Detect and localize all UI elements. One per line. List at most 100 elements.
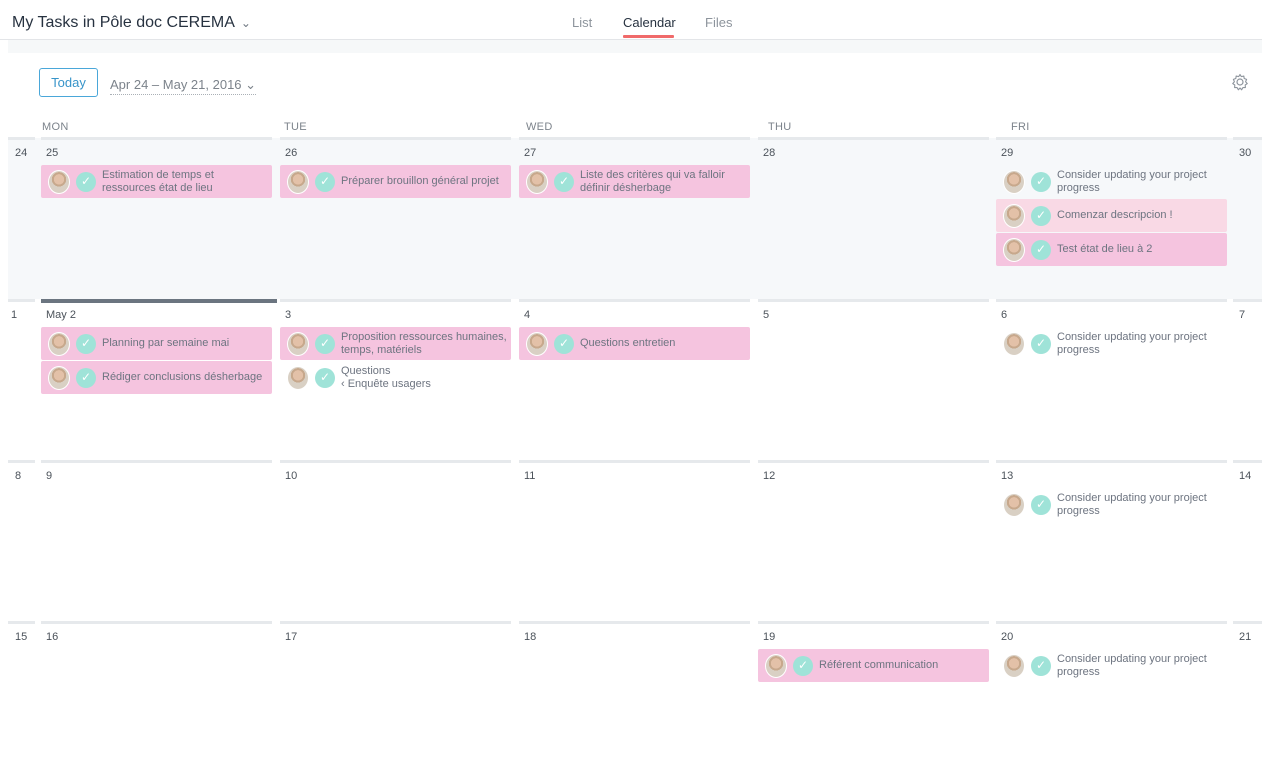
day-cell[interactable]	[41, 463, 270, 618]
assignee-avatar[interactable]	[287, 169, 309, 194]
assignee-avatar[interactable]	[1003, 237, 1025, 262]
check-icon[interactable]: ✓	[793, 655, 813, 676]
current-week-indicator	[41, 299, 277, 303]
task-item[interactable]: ✓ Estimation de temps et ressources état …	[41, 165, 272, 198]
task-item[interactable]: ✓ Proposition ressources humaines, temps,…	[280, 327, 511, 360]
task-item[interactable]: ✓ Consider updating your project progress	[996, 649, 1227, 682]
task-item[interactable]: ✓ Comenzar descripcion !	[996, 199, 1227, 232]
task-item[interactable]: ✓ Référent communication	[758, 649, 989, 682]
check-icon[interactable]: ✓	[315, 171, 335, 192]
day-cell[interactable]	[41, 624, 270, 779]
week-separator	[1233, 299, 1262, 302]
gear-icon[interactable]	[1230, 72, 1250, 92]
day-cell[interactable]	[519, 624, 748, 779]
weekday-tue: TUE	[284, 121, 307, 133]
task-title: Préparer brouillon général projet	[341, 175, 499, 187]
task-item[interactable]: ✓ Préparer brouillon général projet	[280, 165, 511, 198]
check-icon[interactable]: ✓	[554, 333, 574, 354]
task-item[interactable]: ✓ Consider updating your project progress	[996, 165, 1227, 198]
day-cell[interactable]	[519, 302, 748, 457]
task-label: Questions ‹ Enquête usagers	[341, 365, 435, 391]
day-cell[interactable]	[758, 140, 987, 295]
assignee-avatar[interactable]	[1003, 653, 1025, 678]
tab-calendar[interactable]: Calendar	[623, 15, 676, 30]
date-range-selector[interactable]: Apr 24 – May 21, 2016 ⌄	[110, 77, 257, 95]
day-number: 28	[763, 147, 776, 159]
check-icon[interactable]: ✓	[315, 333, 335, 354]
check-icon[interactable]: ✓	[554, 171, 574, 192]
check-icon[interactable]: ✓	[1031, 655, 1051, 676]
project-title[interactable]: My Tasks in Pôle doc CEREMA ⌄	[12, 14, 251, 32]
check-icon[interactable]: ✓	[76, 171, 96, 192]
task-label: Planning par semaine mai	[102, 337, 233, 350]
assignee-avatar[interactable]	[48, 331, 70, 356]
check-icon[interactable]: ✓	[76, 333, 96, 354]
day-cell[interactable]	[280, 624, 509, 779]
assignee-avatar[interactable]	[765, 653, 787, 678]
check-icon[interactable]: ✓	[1031, 333, 1051, 354]
tab-list[interactable]: List	[572, 15, 592, 30]
assignee-avatar[interactable]	[1003, 492, 1025, 517]
task-label: Estimation de temps et ressources état d…	[102, 169, 272, 195]
check-icon[interactable]: ✓	[76, 367, 96, 388]
task-parent-link[interactable]: ‹ Enquête usagers	[341, 378, 431, 390]
task-item[interactable]: ✓ Consider updating your project progress	[996, 488, 1227, 521]
task-label: Questions entretien	[580, 337, 679, 350]
day-number: 9	[46, 470, 53, 482]
task-item[interactable]: ✓ Rédiger conclusions désherbage	[41, 361, 272, 394]
assignee-avatar[interactable]	[48, 365, 70, 390]
day-cell[interactable]	[758, 624, 987, 779]
day-number: 29	[1001, 147, 1014, 159]
task-item[interactable]: ✓ Planning par semaine mai	[41, 327, 272, 360]
task-item[interactable]: ✓ Liste des critères qui va falloir défin…	[519, 165, 750, 198]
assignee-avatar[interactable]	[526, 331, 548, 356]
assignee-avatar[interactable]	[1003, 331, 1025, 356]
assignee-avatar[interactable]	[526, 169, 548, 194]
day-cell[interactable]	[996, 463, 1225, 618]
assignee-avatar[interactable]	[1003, 169, 1025, 194]
check-icon[interactable]: ✓	[1031, 171, 1051, 192]
task-title: Consider updating your project progress	[1057, 330, 1207, 356]
header-divider-band	[8, 40, 1262, 53]
task-label: Préparer brouillon général projet	[341, 175, 503, 188]
day-cell[interactable]	[280, 140, 509, 295]
tab-files[interactable]: Files	[705, 15, 732, 30]
weekday-thu: THU	[768, 121, 792, 133]
task-label: Référent communication	[819, 659, 942, 672]
check-icon[interactable]: ✓	[1031, 205, 1051, 226]
week-separator	[1233, 621, 1262, 624]
weekend-day-number: 8	[15, 470, 22, 482]
check-icon[interactable]: ✓	[1031, 494, 1051, 515]
day-cell[interactable]	[758, 463, 987, 618]
day-number: 10	[285, 470, 298, 482]
day-cell[interactable]	[996, 624, 1225, 779]
task-item[interactable]: ✓ Test état de lieu à 2	[996, 233, 1227, 266]
day-cell[interactable]	[996, 302, 1225, 457]
task-title: Rédiger conclusions désherbage	[102, 371, 263, 383]
day-number: 13	[1001, 470, 1014, 482]
chevron-down-icon[interactable]: ⌄	[241, 16, 251, 30]
task-item[interactable]: ✓ Questions entretien	[519, 327, 750, 360]
day-cell[interactable]	[41, 140, 270, 295]
day-cell[interactable]	[519, 463, 748, 618]
day-number: 16	[46, 631, 59, 643]
day-cell[interactable]	[519, 140, 748, 295]
day-cell[interactable]	[280, 463, 509, 618]
weekend-day-number: 7	[1239, 309, 1246, 321]
day-cell[interactable]	[758, 302, 987, 457]
day-number: 12	[763, 470, 776, 482]
task-label: Rédiger conclusions désherbage	[102, 371, 266, 384]
today-button[interactable]: Today	[39, 68, 98, 97]
task-label: Comenzar descripcion !	[1057, 209, 1177, 222]
assignee-avatar[interactable]	[1003, 203, 1025, 228]
check-icon[interactable]: ✓	[315, 367, 335, 388]
check-icon[interactable]: ✓	[1031, 239, 1051, 260]
task-label: Consider updating your project progress	[1057, 653, 1227, 679]
assignee-avatar[interactable]	[287, 365, 309, 390]
weekend-day-number: 21	[1239, 631, 1252, 643]
assignee-avatar[interactable]	[287, 331, 309, 356]
task-item[interactable]: ✓ Questions ‹ Enquête usagers	[280, 361, 511, 394]
day-number: 27	[524, 147, 537, 159]
task-item[interactable]: ✓ Consider updating your project progress	[996, 327, 1227, 360]
assignee-avatar[interactable]	[48, 169, 70, 194]
